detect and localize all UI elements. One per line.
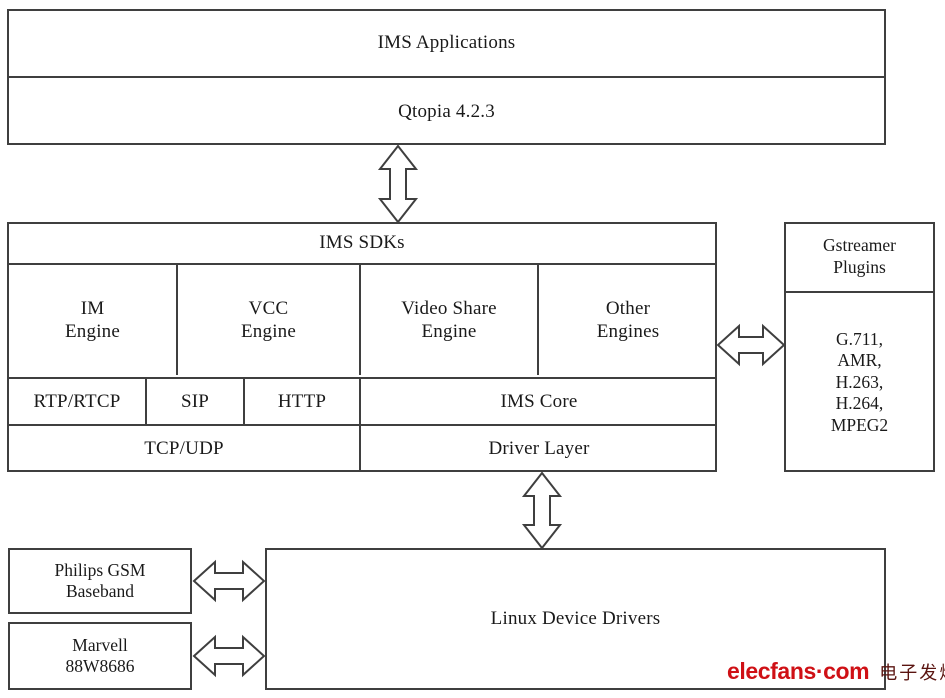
transport-tcp-udp-label: TCP/UDP bbox=[144, 438, 224, 460]
transport-cell-driver-layer[interactable]: Driver Layer bbox=[361, 426, 717, 472]
gstreamer-header-line2: Plugins bbox=[833, 256, 886, 277]
linux-device-drivers-label: Linux Device Drivers bbox=[490, 608, 661, 630]
codec-item-g711: G.711, bbox=[836, 329, 883, 350]
marvell-wifi-line2: 88W8686 bbox=[65, 656, 135, 676]
sdk-to-gstreamer-arrow bbox=[716, 323, 786, 367]
protocol-sip-label: SIP bbox=[180, 390, 210, 412]
protocol-cell-sip[interactable]: SIP bbox=[147, 379, 243, 424]
engine-vcc-line1: VCC bbox=[248, 297, 289, 319]
baseband-to-drivers-arrow bbox=[192, 559, 266, 603]
codec-item-h264: H.264, bbox=[835, 393, 884, 414]
philips-baseband-line1: Philips GSM bbox=[54, 559, 146, 580]
transport-cell-tcp-udp[interactable]: TCP/UDP bbox=[9, 426, 359, 472]
codec-item-h263: H.263, bbox=[835, 371, 884, 392]
transport-driver-layer-label: Driver Layer bbox=[488, 438, 590, 460]
engine-cell-video-share[interactable]: Video Share Engine bbox=[361, 265, 537, 375]
engine-video-share-line1: Video Share bbox=[401, 297, 497, 319]
marvell-wifi-cell: Marvell 88W8686 bbox=[8, 622, 192, 690]
engine-cell-im[interactable]: IM Engine bbox=[9, 265, 176, 375]
qtopia-cell[interactable]: Qtopia 4.2.3 bbox=[7, 78, 886, 145]
gstreamer-header-cell[interactable]: Gstreamer Plugins bbox=[784, 222, 935, 291]
engine-cell-vcc[interactable]: VCC Engine bbox=[178, 265, 359, 375]
qtopia-label: Qtopia 4.2.3 bbox=[398, 100, 495, 122]
engine-im-line1: IM bbox=[80, 297, 105, 319]
philips-baseband-line2: Baseband bbox=[65, 581, 135, 601]
marvell-wifi-line1: Marvell bbox=[72, 634, 128, 655]
engine-vcc-line2: Engine bbox=[240, 321, 297, 342]
protocol-cell-ims-core[interactable]: IMS Core bbox=[361, 379, 717, 424]
protocol-cell-http[interactable]: HTTP bbox=[245, 379, 359, 424]
architecture-diagram: IMS Applications Qtopia 4.2.3 IMS SDKs I… bbox=[0, 0, 945, 698]
ims-applications-cell[interactable]: IMS Applications bbox=[7, 9, 886, 76]
engine-other-line1: Other bbox=[605, 297, 651, 319]
qtopia-to-sdk-arrow bbox=[377, 144, 419, 224]
engine-other-line2: Engines bbox=[596, 321, 660, 342]
gstreamer-header-line1: Gstreamer bbox=[823, 235, 896, 256]
protocol-http-label: HTTP bbox=[277, 390, 327, 412]
engine-im-line2: Engine bbox=[64, 321, 121, 342]
watermark-chinese-text: 电子发烧友 bbox=[879, 663, 945, 684]
gstreamer-codec-list[interactable]: G.711, AMR, H.263, H.264, MPEG2 bbox=[784, 293, 935, 472]
codec-item-mpeg2: MPEG2 bbox=[830, 414, 889, 435]
protocol-cell-rtp-rtcp[interactable]: RTP/RTCP bbox=[9, 379, 145, 424]
protocol-ims-core-label: IMS Core bbox=[500, 390, 578, 412]
ims-sdk-header-label: IMS SDKs bbox=[319, 231, 405, 253]
linux-device-drivers-cell: Linux Device Drivers bbox=[265, 548, 886, 690]
wifi-to-drivers-arrow bbox=[192, 634, 266, 678]
philips-baseband-cell: Philips GSM Baseband bbox=[8, 548, 192, 614]
ims-sdk-header-cell[interactable]: IMS SDKs bbox=[7, 222, 717, 263]
engine-cell-other[interactable]: Other Engines bbox=[539, 265, 717, 375]
protocol-rtp-rtcp-label: RTP/RTCP bbox=[33, 390, 121, 412]
codec-item-amr: AMR, bbox=[837, 350, 882, 371]
sdk-to-drivers-arrow bbox=[521, 471, 563, 550]
ims-applications-label: IMS Applications bbox=[377, 31, 516, 53]
engine-video-share-line2: Engine bbox=[421, 321, 477, 342]
